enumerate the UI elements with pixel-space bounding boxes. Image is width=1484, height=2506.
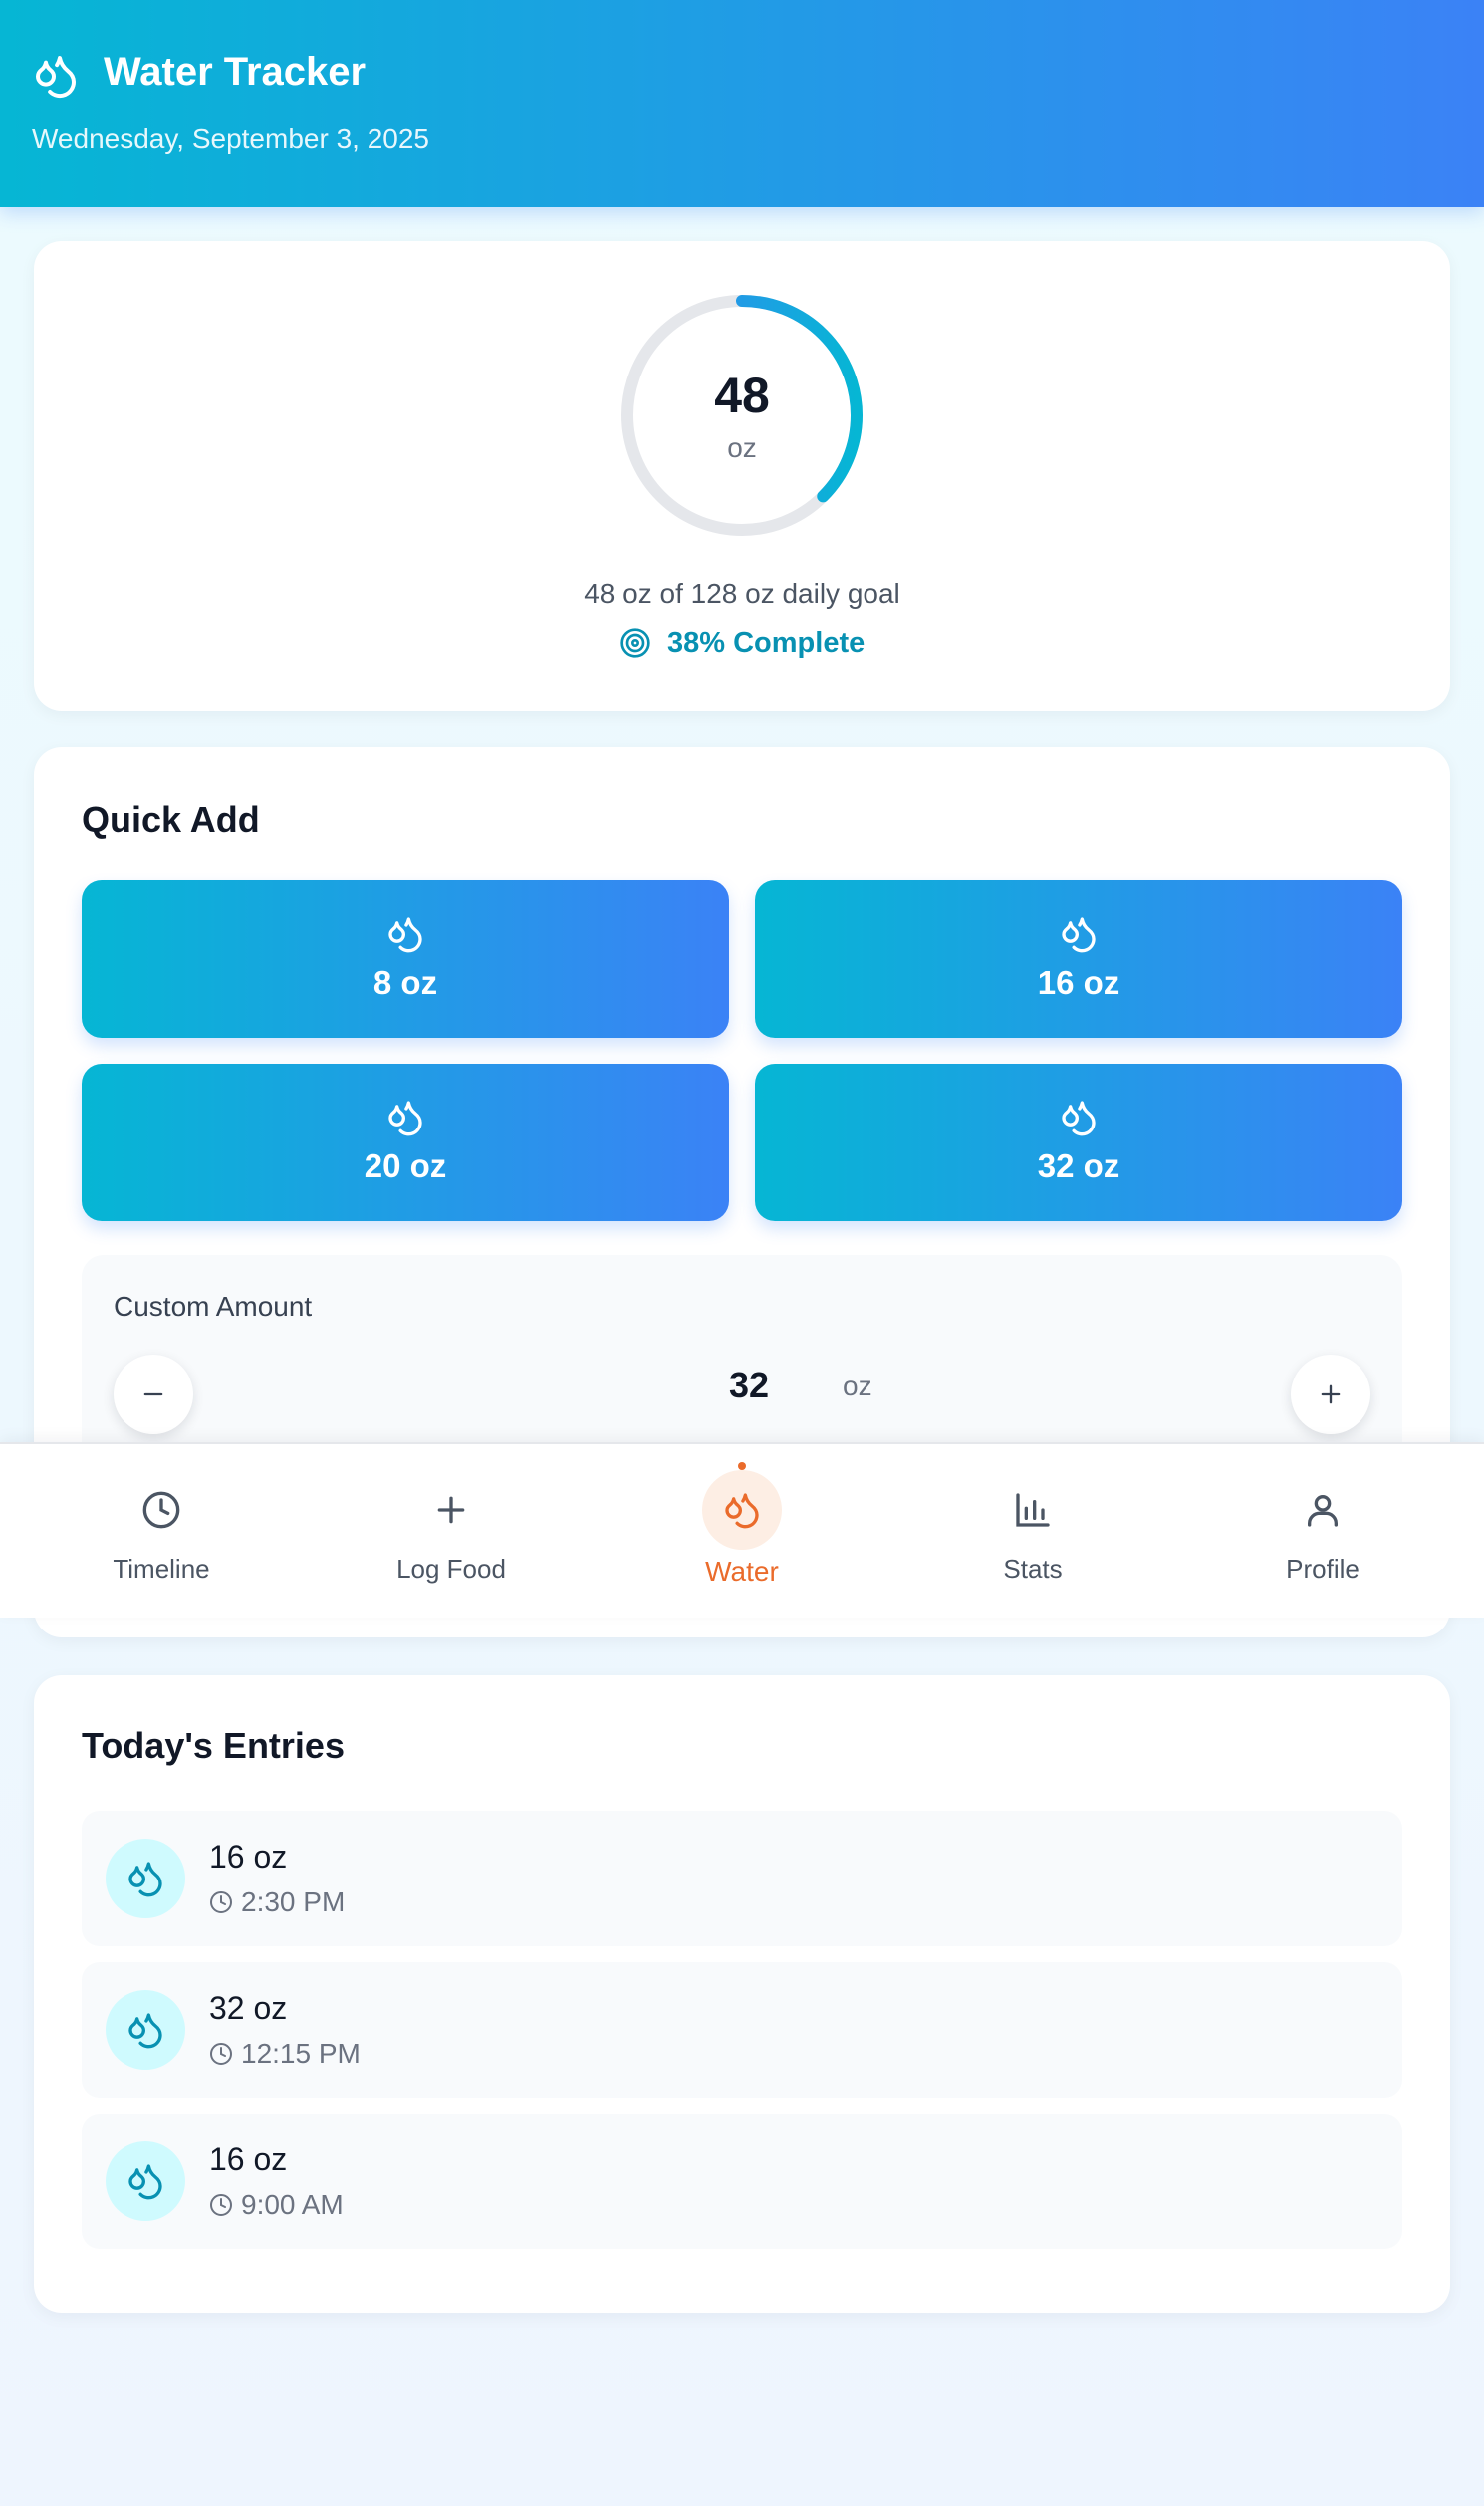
- entry-icon-badge: [106, 1990, 185, 2070]
- entry-amount: 16 oz: [209, 2141, 288, 2177]
- nav-item-stats[interactable]: Stats: [884, 1444, 1181, 1620]
- decrease-amount-button[interactable]: [114, 1355, 193, 1434]
- increase-amount-button[interactable]: [1291, 1355, 1370, 1434]
- app-header: Water Tracker Wednesday, September 3, 20…: [0, 0, 1484, 207]
- custom-amount-label: Custom Amount: [114, 1291, 313, 1322]
- bar-chart-icon: [1016, 1493, 1050, 1527]
- entry-row[interactable]: 16 oz 2:30 PM: [82, 1811, 1402, 1946]
- entry-row[interactable]: 16 oz 9:00 AM: [82, 2114, 1402, 2249]
- droplets-icon: [388, 1101, 422, 1136]
- clock-icon: [210, 1891, 232, 1913]
- droplets-icon: [128, 2164, 162, 2200]
- intake-unit: oz: [727, 432, 757, 463]
- nav-item-label: Timeline: [113, 1554, 210, 1584]
- page-title: Water Tracker: [104, 50, 367, 94]
- user-icon: [1308, 1495, 1338, 1527]
- custom-amount-unit: oz: [843, 1371, 872, 1401]
- droplets-icon: [725, 1493, 759, 1529]
- nav-item-label: Stats: [1003, 1554, 1063, 1584]
- bottom-navigation: Timeline Log Food Water Stats Profile: [0, 1442, 1484, 1618]
- quick-add-button-16oz[interactable]: 16 oz: [755, 880, 1402, 1038]
- minus-icon: [143, 1392, 163, 1396]
- entry-time-text: 12:15 PM: [241, 2038, 361, 2069]
- quick-add-label: 20 oz: [364, 1147, 447, 1184]
- droplets-icon: [36, 56, 77, 99]
- nav-item-label: Profile: [1286, 1554, 1360, 1584]
- nav-item-water[interactable]: Water: [594, 1444, 890, 1620]
- custom-amount-value[interactable]: 32: [679, 1365, 819, 1406]
- droplets-icon: [388, 917, 422, 953]
- entry-time: 2:30 PM: [209, 1886, 345, 1918]
- droplets-icon: [128, 1862, 162, 1897]
- clock-icon: [142, 1491, 180, 1529]
- completion-status: 38% Complete: [619, 624, 865, 663]
- quick-add-label: 32 oz: [1037, 1147, 1120, 1184]
- nav-item-profile[interactable]: Profile: [1174, 1444, 1471, 1620]
- todays-entries-card: Today's Entries 16 oz 2:30 PM 32 oz 12:1…: [34, 1675, 1450, 2313]
- progress-card: 48 oz 48 oz of 128 oz daily goal 38% Com…: [34, 241, 1450, 711]
- completion-text: 38% Complete: [667, 626, 866, 659]
- nav-item-label: Log Food: [396, 1554, 506, 1584]
- clock-icon: [210, 2043, 232, 2065]
- entry-row[interactable]: 32 oz 12:15 PM: [82, 1962, 1402, 2098]
- goal-text: 48 oz of 128 oz daily goal: [584, 578, 900, 609]
- droplets-icon: [1062, 917, 1096, 953]
- current-date: Wednesday, September 3, 2025: [32, 124, 429, 154]
- quick-add-button-20oz[interactable]: 20 oz: [82, 1064, 729, 1221]
- quick-add-button-8oz[interactable]: 8 oz: [82, 880, 729, 1038]
- clock-icon: [210, 2194, 232, 2216]
- intake-value: 48: [714, 368, 770, 423]
- target-icon: [620, 628, 650, 658]
- quick-add-label: 8 oz: [372, 964, 438, 1001]
- entry-time-text: 2:30 PM: [241, 1886, 346, 1917]
- droplets-icon: [128, 2013, 162, 2049]
- plus-icon: [437, 1496, 465, 1524]
- nav-item-label: Water: [705, 1556, 779, 1587]
- quick-add-button-32oz[interactable]: 32 oz: [755, 1064, 1402, 1221]
- entry-amount: 16 oz: [209, 1839, 288, 1875]
- entry-time: 12:15 PM: [209, 2038, 361, 2070]
- quick-add-title: Quick Add: [82, 799, 260, 840]
- entry-time: 9:00 AM: [209, 2189, 344, 2221]
- active-indicator-dot: [738, 1462, 746, 1470]
- plus-icon: [1321, 1384, 1341, 1404]
- entries-title: Today's Entries: [82, 1725, 345, 1766]
- nav-item-timeline[interactable]: Timeline: [13, 1444, 310, 1620]
- entry-icon-badge: [106, 2141, 185, 2221]
- droplets-icon: [1062, 1101, 1096, 1136]
- quick-add-label: 16 oz: [1037, 964, 1120, 1001]
- entry-amount: 32 oz: [209, 1990, 288, 2026]
- entry-time-text: 9:00 AM: [241, 2189, 344, 2220]
- entry-icon-badge: [106, 1839, 185, 1918]
- nav-item-log-food[interactable]: Log Food: [303, 1444, 600, 1620]
